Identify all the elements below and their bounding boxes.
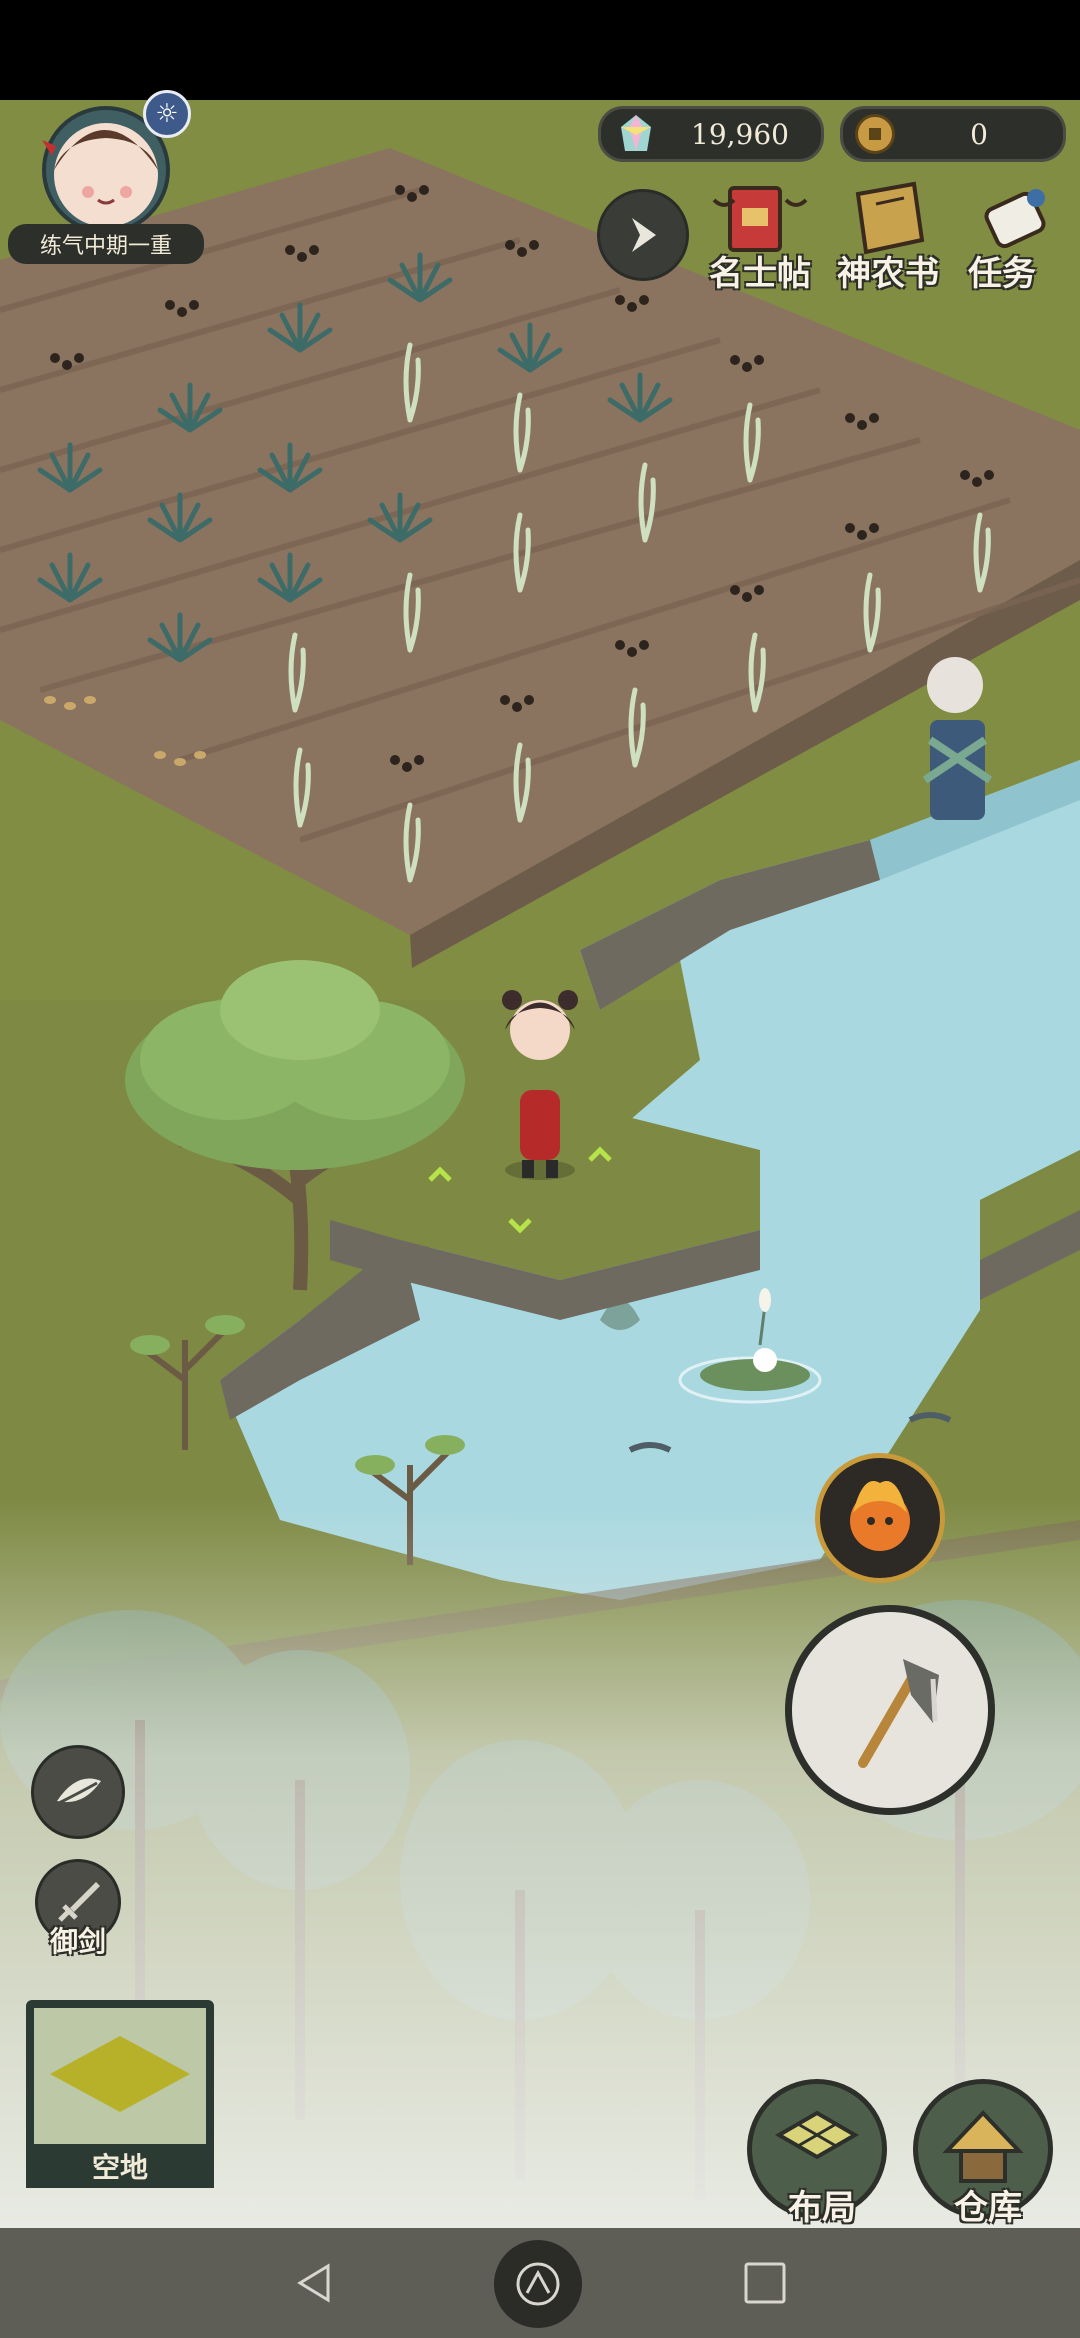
coin-icon bbox=[855, 114, 895, 154]
status-bar bbox=[0, 0, 1080, 100]
chevron-right-icon bbox=[632, 218, 656, 252]
gem-icon bbox=[621, 115, 651, 151]
tile-info-label: 空地 bbox=[26, 2144, 214, 2188]
tile-info-panel[interactable]: 空地 bbox=[26, 2000, 214, 2188]
coin-value: 0 bbox=[970, 117, 988, 151]
home-icon[interactable] bbox=[494, 2240, 582, 2328]
scarecrow-npc[interactable] bbox=[922, 657, 993, 820]
player-rank-banner: 练气中期一重 bbox=[8, 224, 204, 264]
skill-button[interactable] bbox=[820, 1458, 940, 1578]
leaf-icon bbox=[57, 1778, 101, 1805]
spirit-stone-counter[interactable]: 19,960 bbox=[598, 106, 824, 162]
fire-face-icon bbox=[850, 1481, 910, 1551]
game-scene[interactable] bbox=[0, 100, 1080, 2228]
system-nav-bar bbox=[0, 2228, 1080, 2338]
celebrity-post-label: 名士帖 bbox=[709, 254, 811, 294]
axe-tool-button[interactable] bbox=[792, 1612, 988, 1808]
player-rank: 练气中期一重 bbox=[39, 234, 172, 259]
coin-counter[interactable]: 0 bbox=[840, 106, 1066, 162]
layout-label: 布局 bbox=[788, 2188, 856, 2228]
quest-button[interactable]: 任务 bbox=[942, 180, 1080, 294]
fly-sword-label: 御剑 bbox=[49, 1925, 106, 1958]
sun-icon: ☼ bbox=[155, 99, 179, 129]
spirit-stone-value: 19,960 bbox=[691, 117, 789, 151]
recents-icon[interactable] bbox=[742, 2260, 788, 2306]
buff-indicator[interactable]: ☼ bbox=[143, 90, 191, 138]
leaf-button[interactable] bbox=[34, 1748, 122, 1836]
empty-plot-icon bbox=[50, 2036, 190, 2112]
expand-menu-button[interactable] bbox=[600, 192, 686, 278]
celebrity-post-button[interactable]: 名士帖 bbox=[690, 180, 830, 294]
storage-label: 仓库 bbox=[954, 2188, 1022, 2228]
back-icon[interactable] bbox=[290, 2258, 340, 2308]
axe-icon bbox=[858, 1659, 939, 1768]
quest-label: 任务 bbox=[968, 254, 1036, 294]
